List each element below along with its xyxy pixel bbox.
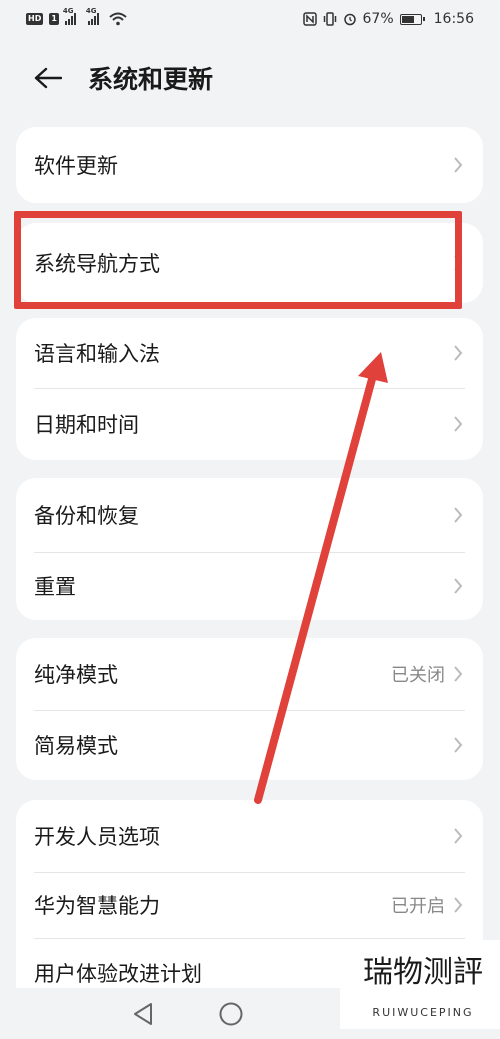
chevron-right-icon xyxy=(453,576,465,596)
item-label: 备份和恢复 xyxy=(34,504,139,528)
vibrate-icon xyxy=(323,12,337,26)
sim1-badge: 1 xyxy=(49,13,59,25)
system-nav-bar xyxy=(0,988,500,1039)
chevron-right-icon xyxy=(453,155,465,175)
watermark-char: 测 xyxy=(423,955,453,990)
item-label: 华为智慧能力 xyxy=(34,894,160,918)
software-update-item[interactable]: 软件更新 xyxy=(16,127,483,203)
item-label: 软件更新 xyxy=(34,154,118,178)
clock: 16:56 xyxy=(433,11,474,27)
page-title: 系统和更新 xyxy=(88,65,214,94)
item-label: 简易模式 xyxy=(34,734,118,758)
alarm-icon xyxy=(343,12,357,26)
system-navigation-item[interactable]: 系统导航方式 xyxy=(16,223,483,303)
status-right: 67% 16:56 xyxy=(302,11,474,27)
item-label: 纯净模式 xyxy=(34,663,118,687)
watermark-char: 物 xyxy=(393,955,423,990)
backup-restore-item[interactable]: 备份和恢复 xyxy=(16,478,483,552)
item-label: 日期和时间 xyxy=(34,413,139,437)
nav-back-icon[interactable] xyxy=(128,999,158,1029)
status-bar: HD 1 4G 4G 67% 16:56 xyxy=(0,0,500,38)
pure-mode-item[interactable]: 纯净模式 已关闭 xyxy=(16,638,483,710)
chevron-right-icon xyxy=(453,505,465,525)
nfc-icon xyxy=(302,12,317,26)
chevron-right-icon xyxy=(453,664,465,684)
wifi-icon xyxy=(109,12,127,26)
item-label: 重置 xyxy=(34,575,76,599)
chevron-right-icon xyxy=(453,253,465,273)
settings-group-2: 系统导航方式 xyxy=(16,223,483,303)
item-label: 语言和输入法 xyxy=(34,342,160,366)
nav-home-icon[interactable] xyxy=(216,999,246,1029)
signal-icon-2: 4G xyxy=(86,7,99,25)
network-type-2: 4G xyxy=(85,7,97,15)
status-value: 已关闭 xyxy=(391,665,445,686)
battery-percent: 67% xyxy=(362,11,394,27)
language-input-item[interactable]: 语言和输入法 xyxy=(16,318,483,388)
reset-item[interactable]: 重置 xyxy=(16,552,483,620)
status-value: 已开启 xyxy=(391,896,445,917)
item-label: 开发人员选项 xyxy=(34,825,160,849)
hd-badge: HD xyxy=(26,13,44,25)
back-arrow-icon[interactable] xyxy=(32,62,64,94)
settings-group-1: 软件更新 xyxy=(16,127,483,203)
network-type-1: 4G xyxy=(62,7,74,15)
battery-icon xyxy=(399,13,425,25)
status-left: HD 1 4G 4G xyxy=(26,7,127,26)
watermark-char: 評 xyxy=(453,955,483,990)
signal-icon-1: 4G xyxy=(63,7,76,25)
page-header: 系统和更新 xyxy=(0,50,500,106)
date-time-item[interactable]: 日期和时间 xyxy=(16,388,483,460)
settings-group-4: 备份和恢复 重置 xyxy=(16,478,483,620)
item-label: 系统导航方式 xyxy=(34,252,160,276)
settings-group-5: 纯净模式 已关闭 简易模式 xyxy=(16,638,483,780)
chevron-right-icon xyxy=(453,826,465,846)
developer-options-item[interactable]: 开发人员选项 xyxy=(16,800,483,872)
huawei-intelligence-item[interactable]: 华为智慧能力 已开启 xyxy=(16,872,483,938)
chevron-right-icon xyxy=(453,895,465,915)
watermark-char: 瑞 xyxy=(363,955,393,990)
chevron-right-icon xyxy=(453,343,465,363)
simple-mode-item[interactable]: 简易模式 xyxy=(16,710,483,780)
settings-group-3: 语言和输入法 日期和时间 xyxy=(16,318,483,460)
chevron-right-icon xyxy=(453,414,465,434)
chevron-right-icon xyxy=(453,735,465,755)
